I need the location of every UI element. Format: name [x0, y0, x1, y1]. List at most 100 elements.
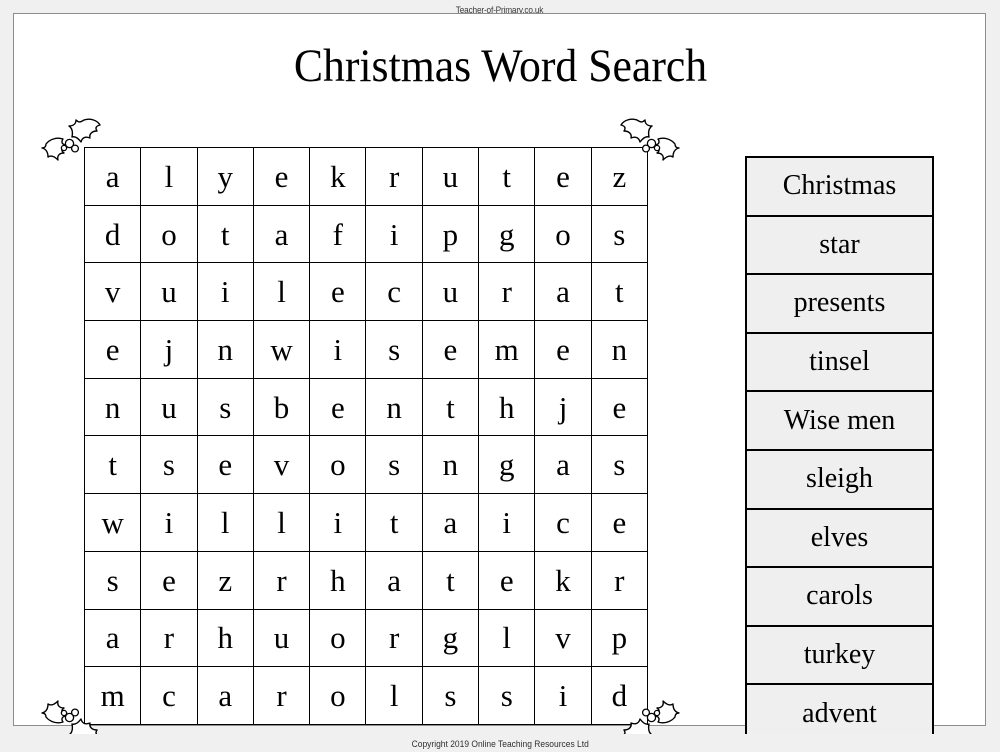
grid-cell[interactable]: j — [534, 377, 592, 437]
grid-cell[interactable]: h — [309, 550, 367, 610]
grid-cell[interactable]: t — [365, 493, 423, 552]
word-list-item[interactable]: carols — [745, 566, 934, 627]
grid-cell[interactable]: c — [365, 262, 423, 322]
grid-cell[interactable]: s — [590, 435, 648, 495]
grid-cell[interactable]: r — [365, 608, 423, 668]
grid-cell[interactable]: j — [140, 320, 198, 379]
grid-cell[interactable]: v — [83, 262, 142, 322]
grid-cell[interactable]: u — [252, 608, 311, 668]
grid-cell[interactable]: p — [590, 608, 648, 668]
grid-cell[interactable]: z — [196, 550, 254, 610]
grid-cell[interactable]: u — [421, 147, 480, 206]
grid-cell[interactable]: r — [365, 147, 423, 206]
grid-cell[interactable]: m — [478, 320, 536, 379]
grid-cell[interactable]: h — [478, 377, 536, 437]
grid-cell[interactable]: v — [252, 435, 311, 495]
grid-cell[interactable]: r — [478, 262, 536, 322]
grid-cell[interactable]: e — [534, 147, 592, 206]
grid-cell[interactable]: a — [196, 666, 254, 725]
grid-cell[interactable]: o — [309, 435, 367, 495]
grid-cell[interactable]: n — [421, 435, 480, 495]
grid-cell[interactable]: e — [590, 377, 648, 437]
grid-cell[interactable]: i — [478, 493, 536, 552]
grid-cell[interactable]: n — [196, 320, 254, 379]
grid-cell[interactable]: n — [590, 320, 648, 379]
grid-cell[interactable]: c — [534, 493, 592, 552]
grid-cell[interactable]: e — [83, 320, 142, 379]
grid-cell[interactable]: m — [83, 666, 142, 725]
grid-cell[interactable]: s — [421, 666, 480, 725]
word-list-item[interactable]: elves — [745, 507, 934, 569]
grid-cell[interactable]: r — [140, 608, 198, 668]
grid-cell[interactable]: k — [534, 550, 592, 610]
grid-cell[interactable]: a — [534, 435, 592, 495]
grid-cell[interactable]: l — [252, 262, 311, 322]
grid-cell[interactable]: g — [478, 435, 536, 495]
grid-cell[interactable]: a — [365, 550, 423, 610]
grid-cell[interactable]: w — [252, 320, 311, 379]
grid-cell[interactable]: l — [252, 493, 311, 552]
grid-cell[interactable]: e — [478, 550, 536, 610]
grid-cell[interactable]: h — [196, 608, 254, 668]
grid-cell[interactable]: e — [421, 320, 480, 379]
grid-cell[interactable]: a — [252, 204, 311, 264]
grid-cell[interactable]: t — [421, 377, 480, 437]
grid-cell[interactable]: l — [140, 147, 198, 206]
word-list-item[interactable]: sleigh — [745, 448, 934, 510]
grid-cell[interactable]: s — [140, 435, 198, 495]
grid-cell[interactable]: t — [83, 435, 142, 495]
grid-cell[interactable]: l — [365, 666, 423, 725]
grid-cell[interactable]: a — [534, 262, 592, 322]
grid-cell[interactable]: t — [590, 262, 648, 322]
grid-cell[interactable]: y — [196, 147, 254, 206]
grid-cell[interactable]: s — [365, 320, 423, 379]
grid-cell[interactable]: s — [365, 435, 423, 495]
grid-cell[interactable]: s — [196, 377, 254, 437]
grid-cell[interactable]: p — [421, 204, 480, 264]
grid-cell[interactable]: e — [534, 320, 592, 379]
grid-cell[interactable]: t — [478, 147, 536, 206]
grid-cell[interactable]: g — [478, 204, 536, 264]
grid-cell[interactable]: e — [309, 262, 367, 322]
grid-cell[interactable]: i — [309, 320, 367, 379]
grid-cell[interactable]: e — [590, 493, 648, 552]
grid-cell[interactable]: s — [83, 550, 142, 610]
grid-cell[interactable]: o — [534, 204, 592, 264]
grid-cell[interactable]: e — [309, 377, 367, 437]
grid-cell[interactable]: g — [421, 608, 480, 668]
grid-cell[interactable]: i — [140, 493, 198, 552]
grid-cell[interactable]: l — [478, 608, 536, 668]
grid-cell[interactable]: i — [365, 204, 423, 264]
word-list-item[interactable]: tinsel — [745, 331, 934, 393]
grid-cell[interactable]: l — [196, 493, 254, 552]
word-list-item[interactable]: turkey — [745, 624, 934, 686]
grid-cell[interactable]: c — [140, 666, 198, 725]
grid-cell[interactable]: i — [534, 666, 592, 725]
grid-cell[interactable]: n — [365, 377, 423, 437]
grid-cell[interactable]: i — [196, 262, 254, 322]
grid-cell[interactable]: e — [196, 435, 254, 495]
grid-cell[interactable]: f — [309, 204, 367, 264]
word-search-grid[interactable]: alyekrutezdotafipgosvuilecuratejnwisemen… — [83, 147, 648, 725]
grid-cell[interactable]: z — [590, 147, 648, 206]
grid-cell[interactable]: n — [83, 377, 142, 437]
grid-cell[interactable]: s — [478, 666, 536, 725]
grid-cell[interactable]: u — [140, 377, 198, 437]
grid-cell[interactable]: e — [252, 147, 311, 206]
grid-cell[interactable]: b — [252, 377, 311, 437]
grid-cell[interactable]: v — [534, 608, 592, 668]
word-list-item[interactable]: Wise men — [745, 390, 934, 451]
grid-cell[interactable]: r — [252, 666, 311, 725]
grid-cell[interactable]: d — [83, 204, 142, 264]
grid-cell[interactable]: e — [140, 550, 198, 610]
grid-cell[interactable]: k — [309, 147, 367, 206]
grid-cell[interactable]: i — [309, 493, 367, 552]
grid-cell[interactable]: u — [140, 262, 198, 322]
grid-cell[interactable]: a — [421, 493, 480, 552]
grid-cell[interactable]: u — [421, 262, 480, 322]
grid-cell[interactable]: a — [83, 608, 142, 668]
word-list-item[interactable]: Christmas — [745, 156, 934, 217]
word-list-item[interactable]: star — [745, 214, 934, 276]
grid-cell[interactable]: d — [590, 666, 648, 725]
grid-cell[interactable]: o — [140, 204, 198, 264]
